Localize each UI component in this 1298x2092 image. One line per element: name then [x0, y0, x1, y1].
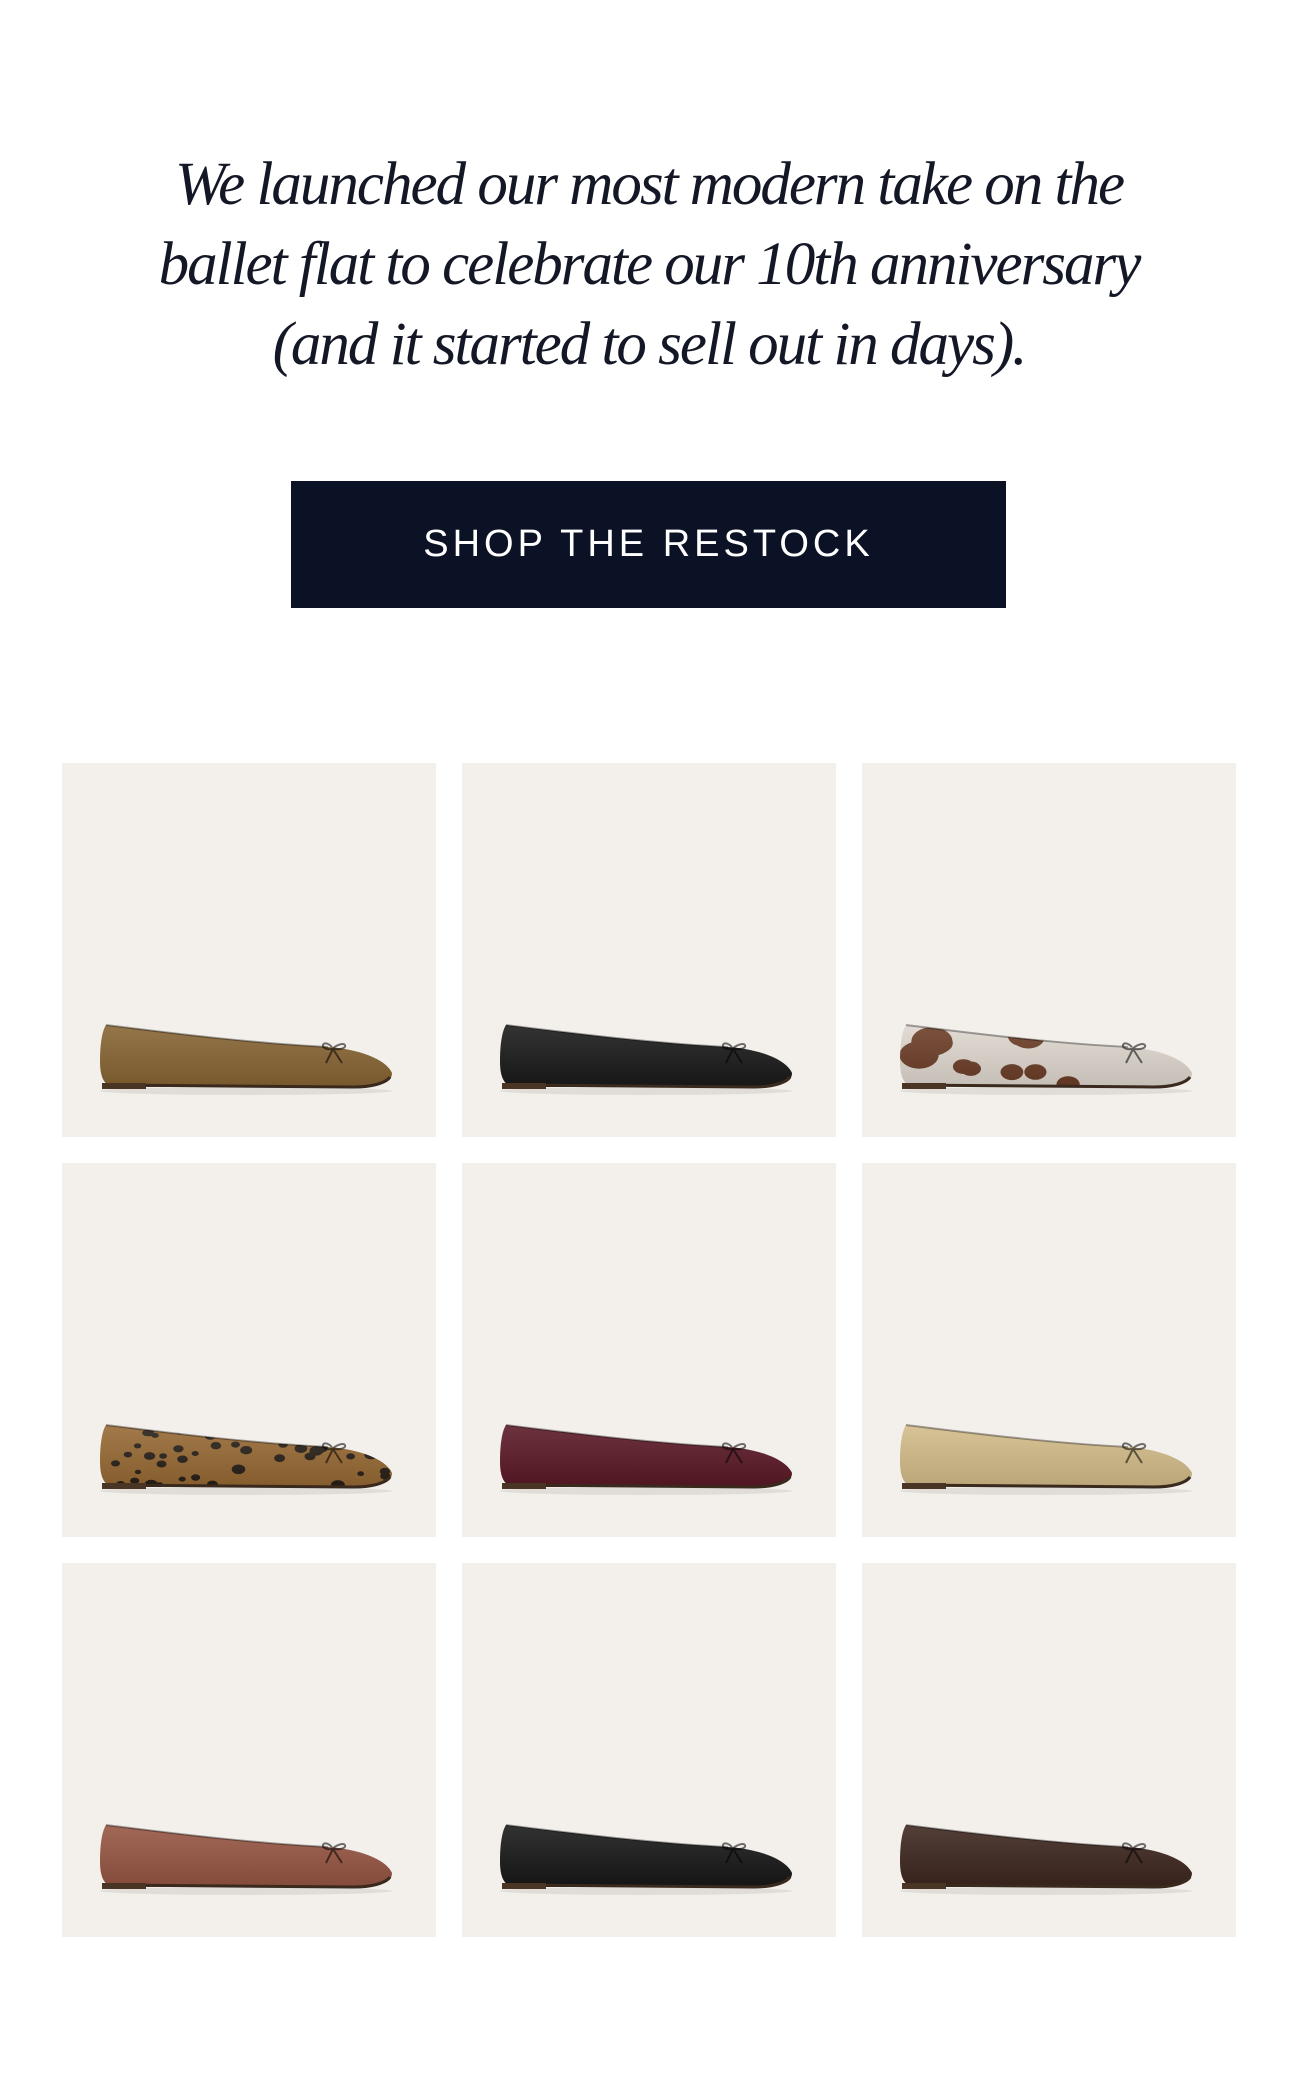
ballet-flat-image	[900, 1024, 1192, 1095]
product-tile-6[interactable]	[862, 1163, 1236, 1537]
ballet-flat-image	[500, 1024, 792, 1095]
product-tile-3[interactable]	[862, 763, 1236, 1137]
product-grid	[62, 763, 1236, 1937]
product-tile-4[interactable]	[62, 1163, 436, 1537]
product-tile-2[interactable]	[462, 763, 836, 1137]
ballet-flat-image	[500, 1824, 792, 1895]
ballet-flat-image	[100, 1024, 392, 1095]
product-tile-9[interactable]	[862, 1563, 1236, 1937]
ballet-flat-image	[100, 1824, 392, 1895]
ballet-flat-image	[900, 1824, 1192, 1895]
product-tile-5[interactable]	[462, 1163, 836, 1537]
headline-line-3: (and it started to sell out in days).	[272, 311, 1028, 378]
ballet-flat-image	[100, 1424, 392, 1495]
ballet-flat-image	[900, 1424, 1192, 1495]
headline-line-1: We launched our most modern take on the	[174, 151, 1125, 218]
product-tile-8[interactable]	[462, 1563, 836, 1937]
shop-the-restock-button[interactable]: SHOP THE RESTOCK	[291, 481, 1006, 608]
headline-line-2: ballet flat to celebrate our 10th annive…	[158, 231, 1142, 298]
headline: We launched our most modern take on the …	[120, 145, 1178, 385]
ballet-flat-image	[500, 1424, 792, 1495]
product-tile-1[interactable]	[62, 763, 436, 1137]
product-tile-7[interactable]	[62, 1563, 436, 1937]
